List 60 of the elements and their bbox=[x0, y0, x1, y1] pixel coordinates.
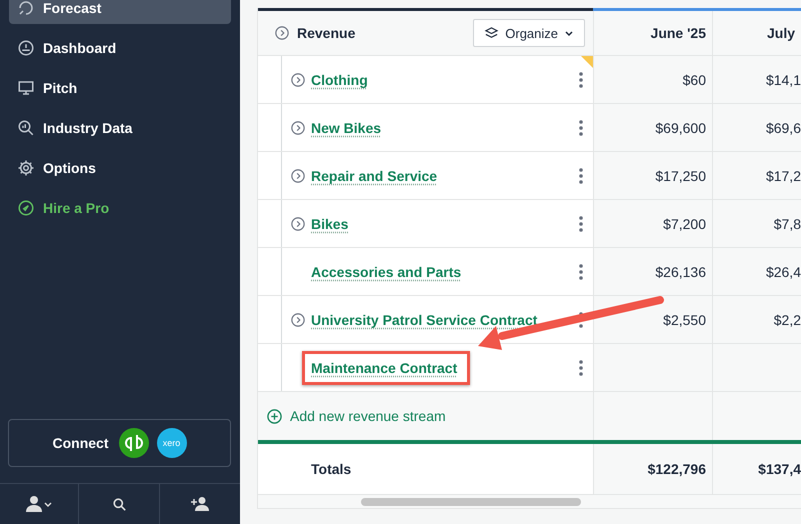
value-cell: $17,250 bbox=[593, 152, 712, 200]
more-options-icon[interactable] bbox=[579, 72, 583, 88]
expand-icon[interactable] bbox=[291, 312, 305, 326]
revenue-stream-link[interactable]: Clothing bbox=[311, 72, 368, 88]
value-cell: $2,550 bbox=[593, 296, 712, 344]
add-user-icon bbox=[191, 497, 209, 511]
value-cell: $2,2 bbox=[712, 296, 801, 344]
value-cell: $14,1 bbox=[712, 56, 801, 104]
sidebar-nav-item[interactable]: Pitch bbox=[9, 72, 231, 104]
sidebar-nav-item[interactable]: Hire a Pro bbox=[9, 192, 231, 224]
total-cell: $137,4 bbox=[712, 444, 801, 494]
totals-label: Totals bbox=[311, 461, 352, 477]
revenue-stream-link[interactable]: University Patrol Service Contract bbox=[311, 312, 538, 328]
expand-icon[interactable] bbox=[291, 168, 305, 182]
column-header: July bbox=[712, 11, 801, 56]
value-cell: $17,2 bbox=[712, 152, 801, 200]
magnifier-chart-icon bbox=[17, 119, 35, 137]
connect-label: Connect bbox=[52, 435, 108, 451]
more-options-icon[interactable] bbox=[579, 168, 583, 184]
expand-icon[interactable] bbox=[291, 72, 305, 86]
sidebar-nav-item[interactable]: Dashboard bbox=[9, 32, 231, 64]
settings-icon bbox=[17, 159, 35, 177]
organize-dropdown[interactable]: Organize bbox=[473, 19, 585, 47]
sidebar-nav-item[interactable]: Options bbox=[9, 152, 231, 184]
value-cell: $7,200 bbox=[593, 200, 712, 248]
quickbooks-logo-icon[interactable] bbox=[118, 428, 148, 458]
more-options-icon[interactable] bbox=[579, 216, 583, 232]
value-cell: $7,8 bbox=[712, 200, 801, 248]
xero-logo[interactable]: xero bbox=[156, 428, 186, 458]
more-options-icon[interactable] bbox=[579, 264, 583, 280]
more-options-icon[interactable] bbox=[579, 360, 583, 376]
revenue-stream-link[interactable]: New Bikes bbox=[311, 120, 382, 136]
add-revenue-stream-button[interactable]: Add new revenue stream bbox=[267, 408, 446, 424]
expand-icon[interactable] bbox=[291, 216, 305, 230]
scrollbar-thumb[interactable] bbox=[361, 498, 581, 506]
value-cell: $69,6 bbox=[712, 104, 801, 152]
sidebar-nav-item[interactable]: Industry Data bbox=[9, 112, 231, 144]
revenue-stream-link[interactable]: Repair and Service bbox=[311, 168, 438, 184]
value-cell: $26,136 bbox=[593, 248, 712, 296]
revenue-stream-link[interactable]: Bikes bbox=[311, 216, 348, 232]
section-title: Revenue bbox=[297, 25, 356, 41]
revenue-stream-link[interactable]: Accessories and Parts bbox=[311, 264, 462, 280]
user-caret-icon bbox=[26, 496, 52, 512]
more-options-icon[interactable] bbox=[579, 312, 583, 328]
search-icon bbox=[112, 498, 126, 510]
more-options-icon[interactable] bbox=[579, 120, 583, 136]
layers-icon bbox=[484, 26, 500, 40]
expand-icon[interactable] bbox=[291, 120, 305, 134]
compass-icon bbox=[17, 199, 35, 217]
revenue-stream-link[interactable]: Maintenance Contract bbox=[311, 360, 458, 376]
expand-icon[interactable] bbox=[275, 26, 289, 40]
dashboard-icon bbox=[17, 39, 35, 57]
total-cell: $122,796 bbox=[593, 444, 712, 494]
value-cell: $26,4 bbox=[712, 248, 801, 296]
column-header: June '25 bbox=[593, 11, 712, 56]
value-cell: $60 bbox=[593, 56, 712, 104]
value-cell: $69,600 bbox=[593, 104, 712, 152]
monitor-icon bbox=[17, 79, 35, 97]
sidebar-nav-item[interactable]: Forecast bbox=[9, 0, 231, 24]
plus-circle-icon bbox=[267, 408, 282, 424]
